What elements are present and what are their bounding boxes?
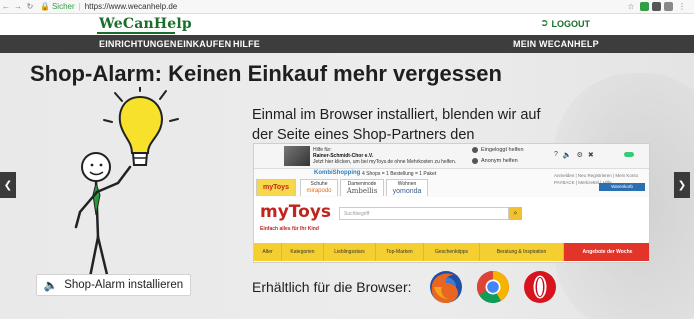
- extension-icon[interactable]: [664, 2, 673, 11]
- secure-label: Sicher: [51, 2, 75, 11]
- shop-category-nav: Alter Kategorien Lieblingsstars Top-Mark…: [254, 243, 649, 261]
- forward-icon[interactable]: →: [12, 1, 24, 13]
- helper-toolbar: Hilfe für: Rainer-Schmidt-Chor e.V. Jetz…: [254, 144, 649, 169]
- search-icon: ⌕: [509, 207, 522, 220]
- site-logo[interactable]: WeCanHelp: [99, 16, 192, 32]
- toggle-icon: [624, 152, 634, 157]
- url-field[interactable]: https://www.wecanhelp.de: [85, 2, 178, 11]
- browser-extensions: ☆ ⋮: [625, 1, 694, 13]
- stickfigure-lightbulb-illustration: [74, 87, 179, 291]
- speaker-icon: 🔈: [43, 280, 59, 292]
- login-option-label: Eingeloggt helfen: [481, 147, 524, 153]
- install-shop-alarm-button[interactable]: 🔈 Shop-Alarm installieren: [36, 274, 191, 296]
- cart-button: Warenkorb: [599, 183, 645, 191]
- site-header: WeCanHelp ➲ LOGOUT: [0, 14, 694, 35]
- carousel-next-button[interactable]: ❯: [674, 172, 690, 198]
- shop-search-input: Suchbegriff: [339, 207, 509, 220]
- menu-icon[interactable]: ⋮: [676, 1, 688, 13]
- login-option-anonymous: Anonym helfen: [472, 158, 518, 164]
- lock-icon: 🔒: [40, 2, 50, 11]
- close-icon: ✖: [587, 152, 594, 159]
- login-option-loggedin: Eingeloggt helfen: [472, 147, 524, 153]
- kombishopping-info: 4 Shops = 1 Bestellung = 1 Paket: [362, 171, 437, 177]
- chrome-icon[interactable]: [475, 269, 511, 305]
- question-icon: ?: [554, 151, 558, 158]
- user-icon: [472, 158, 478, 164]
- back-icon[interactable]: ←: [0, 1, 12, 13]
- kombishopping-label: KombiShopping: [314, 170, 361, 176]
- logout-link[interactable]: ➲ LOGOUT: [540, 18, 590, 29]
- shop-search-area: myToys Einfach alles für Ihr Kind Suchbe…: [254, 197, 649, 243]
- gear-icon: ⚙: [576, 152, 583, 159]
- account-links-text: Anmelden | Neu Registrieren | Mein Konto: [554, 173, 639, 178]
- logo-underline: [97, 32, 175, 34]
- shop-nav-item: Kategorien: [282, 243, 324, 261]
- shop-tab-damenmode: Damenmode Ambellis: [340, 179, 384, 196]
- kombishopping-bar: KombiShopping 4 Shops = 1 Bestellung = 1…: [254, 169, 649, 197]
- shop-nav-item: Alter: [254, 243, 282, 261]
- shop-nav-item: Beratung & Inspiration: [480, 243, 564, 261]
- page-title: Shop-Alarm: Keinen Einkauf mehr vergesse…: [30, 61, 502, 86]
- star-icon[interactable]: ☆: [625, 1, 637, 13]
- shop-tab-schuhe: Schuhe mirapodo: [300, 179, 338, 196]
- shop-preview-screenshot: Hilfe für: Rainer-Schmidt-Chor e.V. Jetz…: [253, 143, 650, 263]
- avatar: [284, 146, 310, 166]
- shop-nav-item: Lieblingsstars: [324, 243, 376, 261]
- shop-tab-wohnen: Wohnen yomonda: [386, 179, 428, 196]
- shop-tab-brand: Ambellis: [346, 187, 378, 195]
- opera-icon[interactable]: [522, 269, 558, 305]
- nav-item-einkaufen[interactable]: EINKAUFEN: [177, 39, 231, 49]
- helper-notice: Hilfe für: Rainer-Schmidt-Chor e.V. Jetz…: [313, 147, 473, 165]
- shop-tab-brand: yomonda: [392, 188, 422, 195]
- helper-notice-text: Jetzt hier klicken, um bei myToys.de ohn…: [313, 159, 457, 165]
- install-button-label: Shop-Alarm installieren: [64, 279, 184, 291]
- browser-address-bar: ← → ↻ 🔒 Sicher | https://www.wecanhelp.d…: [0, 0, 694, 14]
- user-icon: [472, 147, 478, 153]
- shop-tab-brand: mirapodo: [306, 188, 332, 194]
- shop-tab-category: Wohnen: [397, 181, 417, 187]
- logout-label: LOGOUT: [551, 18, 591, 29]
- carousel-prev-button[interactable]: ❮: [0, 172, 16, 198]
- shop-tab-category: Schuhe: [310, 181, 328, 187]
- login-option-label: Anonym helfen: [481, 158, 518, 164]
- mytoys-logo: myToys: [260, 202, 332, 222]
- shop-nav-item: Geschenktipps: [424, 243, 480, 261]
- mytoys-slogan: Einfach alles für Ihr Kind: [260, 226, 319, 232]
- nav-item-hilfe[interactable]: HILFE: [233, 39, 260, 49]
- shop-tab-mytoys: myToys: [256, 179, 296, 196]
- logout-icon: ➲: [540, 18, 549, 29]
- browsers-label: Erhältlich für die Browser:: [252, 279, 412, 295]
- hero-slide: Shop-Alarm: Keinen Einkauf mehr vergesse…: [0, 53, 694, 319]
- firefox-icon[interactable]: [428, 269, 464, 305]
- main-nav: EINRICHTUNGEN EINKAUFEN HILFE MEIN WECAN…: [0, 35, 694, 53]
- nav-item-einrichtungen[interactable]: EINRICHTUNGEN: [99, 39, 177, 49]
- extension-icon[interactable]: [640, 2, 649, 11]
- reload-icon[interactable]: ↻: [24, 1, 36, 13]
- nav-item-mein-wecanhelp[interactable]: MEIN WECANHELP: [513, 39, 599, 49]
- shop-nav-item-angebote: Angebote der Woche: [564, 243, 649, 261]
- helper-tools: ? 🔈 ⚙ ✖: [554, 151, 594, 159]
- sound-icon: 🔈: [562, 152, 572, 159]
- extension-icon[interactable]: [652, 2, 661, 11]
- shop-nav-item: Top-Marken: [376, 243, 424, 261]
- url-separator: |: [78, 2, 81, 11]
